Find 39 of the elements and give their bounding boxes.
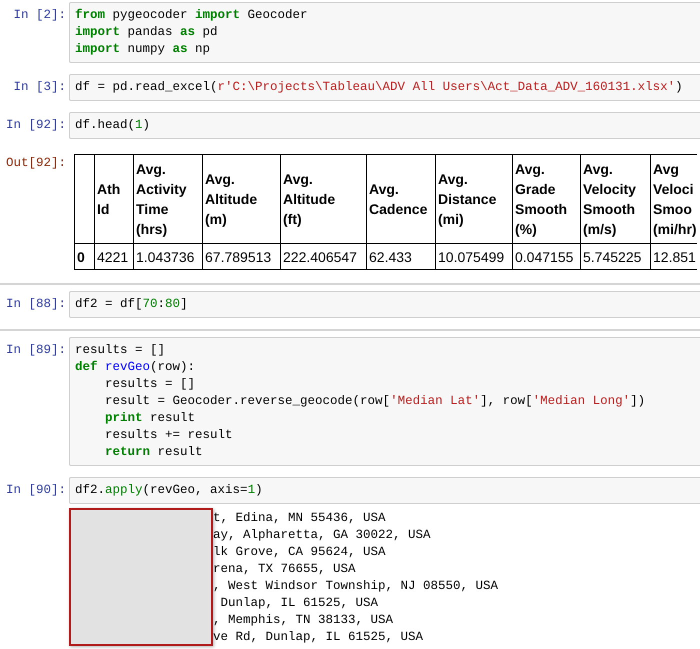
column-header: Avg Veloci Smoo (mi/hr) — [650, 154, 697, 244]
table-cell: 62.433 — [366, 244, 436, 270]
table-cell: 0.047155 — [512, 244, 580, 270]
table-cell: 10.075499 — [436, 244, 512, 270]
input-prompt: In [89]: — [4, 342, 67, 359]
input-prompt: In [88]: — [4, 296, 67, 313]
table-cell: 5.745225 — [580, 244, 650, 270]
output-line: Dunlap, IL 61525, USA — [220, 595, 380, 612]
output-line: ay, Alpharetta, GA 30022, USA — [213, 527, 432, 544]
output-line: ve Rd, Dunlap, IL 61525, USA — [213, 629, 424, 646]
code-cell[interactable]: df = pd.read_excel(r'C:\Projects\Tableau\ADV All Users\Act_Data_ADV_160131.xlsx') — [69, 74, 700, 101]
output-prompt: Out[92]: — [4, 155, 67, 172]
row-index: 0 — [74, 244, 94, 270]
column-header: Avg. Cadence — [366, 154, 436, 244]
input-prompt: In [2]: — [12, 7, 67, 24]
column-header: Avg. Altitude (m) — [202, 154, 280, 244]
output-line: , West Windsor Township, NJ 08550, USA — [213, 578, 500, 595]
table-cell: 4221 — [94, 244, 134, 270]
table-cell: 1.043736 — [134, 244, 202, 270]
code-cell[interactable]: df2.apply(revGeo, axis=1) — [69, 477, 700, 504]
column-header: Avg. Distance (mi) — [436, 154, 512, 244]
input-prompt: In [3]: — [12, 79, 67, 96]
code-cell[interactable]: from pygeocoder import Geocoder import pandas as pd import numpy as np — [69, 2, 700, 63]
code-cell[interactable]: results = [] def revGeo(row): results = [] result = Geocoder.reverse_geocode(row['Median Lat'], row['Median Long']) print result results += result return result — [69, 337, 700, 466]
output-line: lk Grove, CA 95624, USA — [213, 544, 387, 561]
column-header: Avg. Velocity Smooth (m/s) — [580, 154, 650, 244]
input-prompt: In [90]: — [4, 482, 67, 499]
table-cell: 67.789513 — [202, 244, 280, 270]
input-prompt: In [92]: — [4, 117, 67, 134]
column-header: Avg. Activity Time (hrs) — [134, 154, 202, 244]
code-cell[interactable]: df2 = df[70:80] — [69, 291, 700, 318]
column-header: Avg. Altitude (ft) — [280, 154, 366, 244]
column-header: Ath Id — [94, 154, 134, 244]
code-cell[interactable]: df.head(1) — [69, 112, 700, 139]
output-line: rena, TX 76655, USA — [213, 561, 357, 578]
output-line: , Memphis, TN 38133, USA — [213, 612, 394, 629]
table-cell: 222.406547 — [280, 244, 366, 270]
output-line: t, Edina, MN 55436, USA — [213, 510, 387, 527]
column-header: Avg. Grade Smooth (%) — [512, 154, 580, 244]
